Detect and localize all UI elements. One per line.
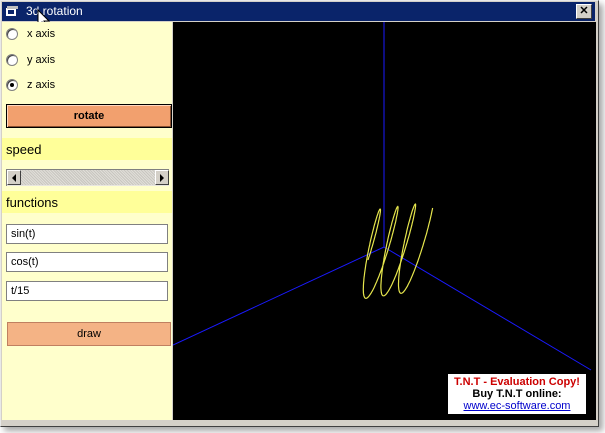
radio-x-axis[interactable]: x axis: [6, 26, 55, 42]
scroll-right-button[interactable]: [155, 170, 169, 185]
function-z-input[interactable]: t/15: [6, 281, 168, 301]
x-axis-line: [172, 246, 385, 346]
3d-plot: [172, 22, 592, 371]
radio-x-axis-label: x axis: [27, 28, 56, 40]
functions-label: functions: [2, 191, 172, 213]
scroll-track[interactable]: [21, 170, 155, 185]
3d-viewport[interactable]: [172, 22, 596, 420]
radio-y-axis[interactable]: y axis: [6, 52, 55, 68]
rotate-button[interactable]: rotate: [6, 104, 172, 128]
radio-y-axis-label: y axis: [27, 54, 56, 66]
window-title: 3d rotation: [26, 4, 83, 18]
draw-button[interactable]: draw: [7, 322, 171, 346]
evaluation-title: T.N.T - Evaluation Copy!: [454, 376, 580, 388]
evaluation-notice: T.N.T - Evaluation Copy! Buy T.N.T onlin…: [447, 373, 587, 415]
control-panel: x axis y axis z axis rotate speed functi…: [2, 22, 172, 420]
app-window: 3d rotation ✕ x axis y axis z axis rotat…: [0, 0, 599, 427]
speed-label: speed: [2, 138, 172, 160]
evaluation-link[interactable]: www.ec-software.com: [448, 400, 586, 412]
helix-curve: [362, 203, 434, 299]
title-bar[interactable]: 3d rotation ✕: [2, 2, 595, 21]
close-button[interactable]: ✕: [576, 4, 592, 19]
function-x-input[interactable]: sin(t): [6, 224, 168, 244]
evaluation-buy-text: Buy T.N.T online:: [472, 388, 562, 400]
radio-z-axis-circle[interactable]: [6, 79, 18, 91]
radio-y-axis-circle[interactable]: [6, 54, 18, 66]
radio-z-axis[interactable]: z axis: [6, 77, 55, 93]
y-axis-line: [383, 246, 592, 371]
speed-scrollbar[interactable]: [6, 169, 169, 186]
arrow-right-icon: [160, 173, 164, 182]
radio-z-axis-label: z axis: [27, 79, 56, 91]
arrow-left-icon: [12, 173, 16, 182]
close-icon: ✕: [579, 5, 589, 17]
function-y-input[interactable]: cos(t): [6, 252, 168, 272]
scroll-left-button[interactable]: [7, 170, 21, 185]
radio-x-axis-circle[interactable]: [6, 28, 18, 40]
app-icon: [6, 6, 18, 16]
